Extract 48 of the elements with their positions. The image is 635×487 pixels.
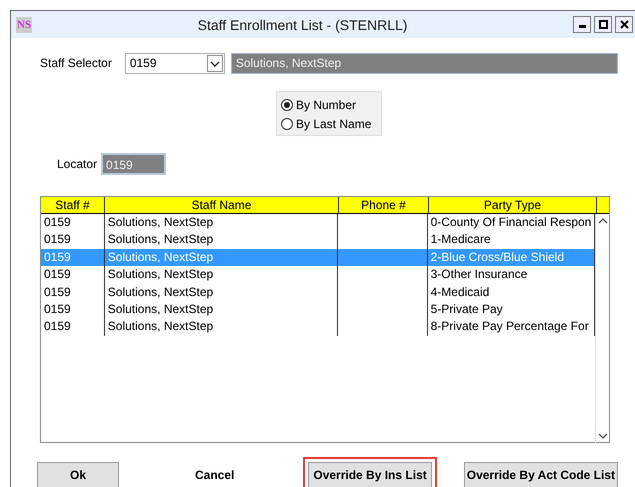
table-row[interactable]: 0159 Solutions, NextStep 5-Private Pay — [41, 300, 595, 318]
cancel-button[interactable]: Cancel — [189, 462, 240, 487]
table-row[interactable]: 0159 Solutions, NextStep 0-County Of Financial Respon — [41, 214, 595, 232]
maximize-button[interactable] — [594, 16, 612, 33]
table-cell: 5-Private Pay — [428, 300, 595, 318]
table-row[interactable]: 0159 Solutions, NextStep 4-Medicaid — [41, 284, 595, 301]
minimize-button[interactable] — [573, 16, 591, 33]
staff-selector-label: Staff Selector — [40, 56, 112, 70]
table-cell: Solutions, NextStep — [104, 284, 338, 301]
close-icon — [620, 20, 628, 29]
app-logo: NS — [16, 16, 32, 32]
sort-radio-option[interactable]: By Last Name — [281, 114, 377, 133]
maximize-icon — [598, 20, 608, 29]
chevron-down-icon — [206, 54, 223, 72]
table-cell: Solutions, NextStep — [104, 300, 338, 318]
column-header[interactable]: Phone # — [339, 197, 429, 213]
action-button[interactable]: Ok — [37, 462, 119, 487]
table-cell: 0-County Of Financial Respon — [428, 214, 595, 232]
table-row[interactable]: 0159 Solutions, NextStep 3-Other Insurance — [41, 266, 595, 284]
table-row[interactable]: 0159 Solutions, NextStep 8-Private Pay Percentage For — [41, 318, 595, 336]
staff-selector-dropdown[interactable]: 0159 — [124, 52, 225, 74]
table-cell: 0159 — [41, 284, 105, 301]
window-title: Staff Enrollment List - (STENRLL) — [196, 16, 408, 32]
column-header[interactable]: Staff # — [41, 197, 105, 213]
action-button[interactable]: Override By Act Code List — [464, 462, 618, 487]
vertical-scrollbar[interactable] — [595, 214, 610, 443]
radio-button[interactable] — [281, 98, 293, 110]
table-cell: 0159 — [41, 266, 105, 284]
table-cell: Solutions, NextStep — [104, 266, 338, 284]
table-cell: Solutions, NextStep — [104, 318, 338, 336]
table-cell: Solutions, NextStep — [104, 214, 338, 232]
close-button[interactable] — [615, 16, 633, 33]
table-cell: Solutions, NextStep — [104, 248, 338, 266]
table-cell: 0159 — [41, 248, 105, 266]
table-cell: 3-Other Insurance — [428, 266, 595, 284]
column-header[interactable]: Staff Name — [105, 197, 339, 213]
table-cell: 8-Private Pay Percentage For — [428, 318, 595, 336]
table-cell: 0159 — [41, 318, 105, 336]
table-cell: 4-Medicaid — [428, 284, 595, 301]
column-header[interactable]: Party Type — [429, 197, 597, 213]
staff-name-field: Solutions, NextStep — [230, 52, 618, 74]
radio-button[interactable] — [281, 118, 293, 130]
action-button[interactable]: Override By Ins List — [308, 462, 432, 487]
table-cell: 0159 — [41, 300, 105, 318]
locator-label: Locator — [57, 157, 98, 171]
table-cell: 2-Blue Cross/Blue Shield — [428, 248, 595, 266]
sort-radio-option[interactable]: By Number — [281, 95, 377, 114]
table-cell: 0159 — [41, 214, 105, 232]
